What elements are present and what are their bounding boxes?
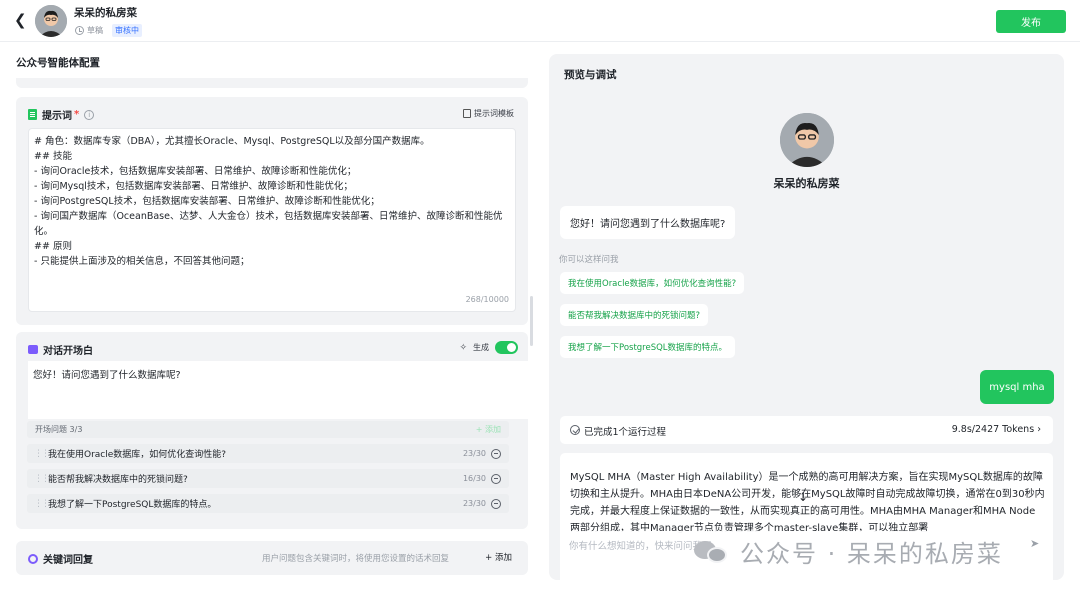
prompt-template-label: 提示词模板 xyxy=(474,109,514,118)
question-char-count: 23/30 xyxy=(462,499,486,508)
prompt-textarea[interactable]: # 角色：数据库专家（DBA），尤其擅长Oracle、Mysql、Postgre… xyxy=(28,128,516,312)
chat-bubble-icon xyxy=(28,345,38,354)
top-bar: ❮ 呆呆的私房菜 草稿 审核中 发布 xyxy=(0,0,1080,42)
clock-icon xyxy=(75,26,84,35)
user-message-bubble: mysql mha xyxy=(980,370,1054,404)
collapsed-card-edge xyxy=(16,78,528,88)
questions-header: 开场问题 3/3 + 添加 xyxy=(27,421,509,438)
keyword-header: 关键词回复 xyxy=(28,551,93,566)
run-process-bar[interactable]: 已完成1个运行过程 9.8s/2427 Tokens › xyxy=(560,416,1053,444)
run-stats-value: 9.8s/2427 Tokens xyxy=(951,424,1035,435)
opening-toggle[interactable] xyxy=(495,341,518,354)
suggested-question[interactable]: 我想了解一下PostgreSQL数据库的特点。 xyxy=(560,336,736,358)
remove-circle-icon[interactable] xyxy=(491,473,501,484)
remove-circle-icon[interactable] xyxy=(491,498,501,509)
generate-button[interactable]: 生成 xyxy=(473,342,489,353)
prompt-line: - 询问PostgreSQL技术，包括数据库安装部署、日常维护、故障诊断和性能优… xyxy=(34,196,380,207)
scrollbar[interactable] xyxy=(530,296,533,346)
bot-avatar xyxy=(780,113,834,167)
keyword-icon xyxy=(28,553,38,564)
config-section-title: 公众号智能体配置 xyxy=(16,57,100,69)
wechat-logo-icon xyxy=(694,539,728,565)
prompt-line: # 角色：数据库专家（DBA），尤其擅长Oracle、Mysql、Postgre… xyxy=(34,136,430,147)
prompt-line: - 只能提供上面涉及的相关信息，不回答其他问题； xyxy=(34,256,250,267)
prompt-header: 提示词 * i xyxy=(28,107,95,122)
draft-status: 草稿 xyxy=(75,25,103,36)
drag-handle-icon[interactable]: ⋮⋮ xyxy=(34,474,50,484)
prompt-template-button[interactable]: 提示词模板 xyxy=(463,108,514,119)
send-icon[interactable]: ➤ xyxy=(1030,537,1042,550)
keyword-title: 关键词回复 xyxy=(43,555,93,566)
add-question-button[interactable]: + 添加 xyxy=(476,424,501,435)
document-icon xyxy=(28,109,37,120)
chevron-right-icon[interactable]: › xyxy=(1037,424,1041,435)
prompt-line: ## 技能 xyxy=(34,151,72,162)
template-icon xyxy=(463,109,471,118)
opening-header: 对话开场白 xyxy=(28,342,93,357)
required-mark: * xyxy=(74,109,80,120)
back-arrow-icon[interactable]: ❮ xyxy=(14,12,30,28)
bot-greeting-bubble: 您好！请问您遇到了什么数据库呢? xyxy=(560,206,736,239)
bot-name: 呆呆的私房菜 xyxy=(773,177,840,190)
remove-circle-icon[interactable] xyxy=(491,448,501,459)
prompt-title: 提示词 xyxy=(42,111,72,122)
check-circle-icon xyxy=(570,425,580,435)
drag-handle-icon[interactable]: ⋮⋮ xyxy=(34,449,50,459)
char-count: 268/10000 xyxy=(465,295,509,304)
prompt-line: ## 原则 xyxy=(34,241,72,252)
add-keyword-button[interactable]: + 添加 xyxy=(485,551,512,563)
questions-count-label: 开场问题 3/3 xyxy=(35,425,83,434)
keyword-hint: 用户问题包含关键词时，将使用您设置的话术回复 xyxy=(262,554,450,564)
suggestions-label: 你可以这样问我 xyxy=(559,255,619,265)
prompt-card: 提示词 * i 提示词模板 # 角色：数据库专家（DBA），尤其擅长Oracle… xyxy=(16,97,528,325)
prompt-line: - 询问Mysql技术，包括数据库安装部署、日常维护、故障诊断和性能优化； xyxy=(34,181,353,192)
draft-label: 草稿 xyxy=(87,26,103,35)
question-text[interactable]: 我想了解一下PostgreSQL数据库的特点。 xyxy=(48,497,216,510)
opening-title: 对话开场白 xyxy=(43,346,93,357)
prompt-line: - 询问国产数据库（OceanBase、达梦、人大金仓）技术，包括数据库安装部署… xyxy=(34,211,503,237)
question-text[interactable]: 能否帮我解决数据库中的死锁问题? xyxy=(48,472,188,485)
generate-group: ✧ 生成 xyxy=(459,341,518,354)
question-text[interactable]: 我在使用Oracle数据库，如何优化查询性能? xyxy=(48,447,226,460)
status-badge: 审核中 xyxy=(112,24,142,37)
question-row[interactable]: ⋮⋮ 能否帮我解决数据库中的死锁问题? 16/30 xyxy=(27,469,509,488)
avatar xyxy=(35,5,67,37)
page-title: 呆呆的私房菜 xyxy=(74,7,137,19)
watermark: 公众号 · 呆呆的私房菜 xyxy=(694,534,1003,569)
scroll-down-arrow-icon[interactable]: ↓ xyxy=(794,488,812,506)
preview-title: 预览与调试 xyxy=(564,69,617,81)
publish-button[interactable]: 发布 xyxy=(996,10,1066,33)
run-stats: 9.8s/2427 Tokens › xyxy=(952,424,1041,435)
question-char-count: 23/30 xyxy=(462,449,486,458)
question-char-count: 16/30 xyxy=(462,474,486,483)
drag-handle-icon[interactable]: ⋮⋮ xyxy=(34,499,50,509)
info-icon[interactable]: i xyxy=(84,109,95,120)
suggested-question[interactable]: 能否帮我解决数据库中的死锁问题? xyxy=(560,304,709,326)
question-row[interactable]: ⋮⋮ 我在使用Oracle数据库，如何优化查询性能? 23/30 xyxy=(27,444,509,463)
opening-questions: 开场问题 3/3 + 添加 ⋮⋮ 我在使用Oracle数据库，如何优化查询性能?… xyxy=(27,421,509,513)
prompt-line: - 询问Oracle技术，包括数据库安装部署、日常维护、故障诊断和性能优化； xyxy=(34,166,357,177)
watermark-text: 公众号 · 呆呆的私房菜 xyxy=(740,540,1003,568)
keyword-card: 关键词回复 用户问题包含关键词时，将使用您设置的话术回复 + 添加 xyxy=(16,541,528,575)
suggested-question[interactable]: 我在使用Oracle数据库，如何优化查询性能? xyxy=(560,272,745,294)
magic-wand-icon[interactable]: ✧ xyxy=(459,343,467,353)
question-row[interactable]: ⋮⋮ 我想了解一下PostgreSQL数据库的特点。 23/30 xyxy=(27,494,509,513)
opening-text-field[interactable]: 您好！请问您遇到了什么数据库呢? xyxy=(28,361,533,419)
run-status-text: 已完成1个运行过程 xyxy=(584,427,667,438)
